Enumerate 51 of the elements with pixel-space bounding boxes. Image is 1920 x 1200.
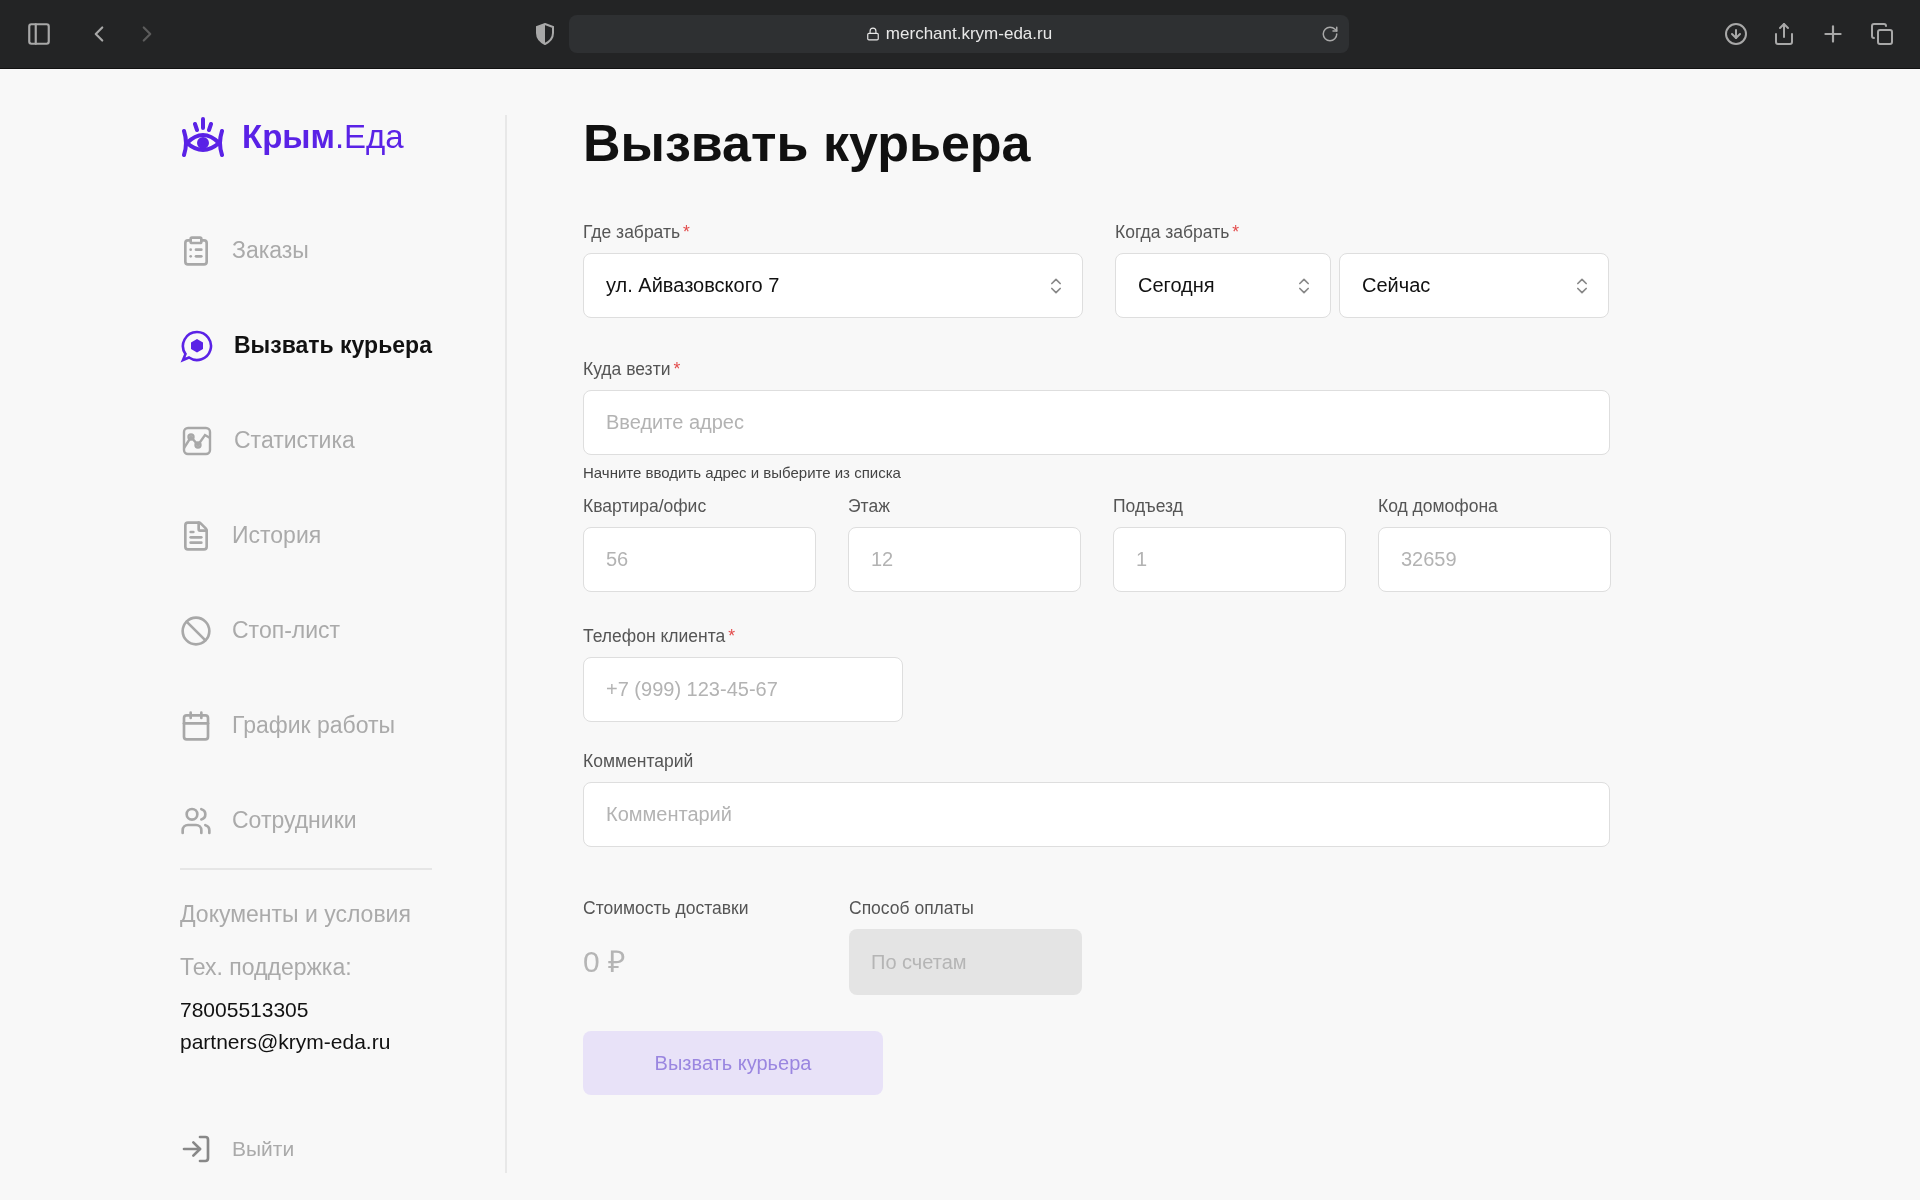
share-icon[interactable] bbox=[1772, 22, 1796, 46]
nav-item[interactable]: Статистика bbox=[180, 393, 470, 488]
page-title: Вызвать курьера bbox=[583, 115, 1032, 171]
download-icon[interactable] bbox=[1724, 22, 1748, 46]
text-input[interactable]: 56 bbox=[583, 527, 816, 592]
nav-item[interactable]: Заказы bbox=[180, 203, 470, 298]
delivery-cost: 0 ₽ bbox=[583, 944, 627, 980]
comment-input[interactable]: Комментарий bbox=[583, 782, 1610, 847]
chat-box-icon bbox=[180, 328, 214, 363]
select-field[interactable]: Сейчас bbox=[1339, 253, 1609, 318]
nav-item[interactable]: Вызвать курьера bbox=[180, 298, 470, 393]
field-label: Код домофона bbox=[1378, 495, 1499, 517]
field-label: Где забрать * bbox=[583, 221, 691, 243]
lock-icon bbox=[865, 27, 880, 41]
field-label: Куда везти * bbox=[583, 358, 682, 380]
nav-item[interactable]: График работы bbox=[180, 678, 470, 773]
url-text: merchant.krym-eda.ru bbox=[885, 24, 1053, 44]
support-email: partners@krym-eda.ru bbox=[180, 1029, 392, 1055]
support-label: Тех. поддержка: bbox=[180, 953, 353, 982]
nav-item[interactable]: История bbox=[180, 488, 470, 583]
field-label: Стоимость доставки bbox=[583, 897, 750, 919]
sidebar-toggle-icon[interactable] bbox=[26, 21, 52, 47]
eye-logo-icon bbox=[180, 115, 226, 159]
nav-item[interactable]: Сотрудники bbox=[180, 773, 470, 868]
field-label: Телефон клиента * bbox=[583, 625, 737, 647]
text-input[interactable]: 32659 bbox=[1378, 527, 1611, 592]
field-label: Способ оплаты bbox=[849, 897, 975, 919]
calendar-icon bbox=[180, 709, 212, 742]
text-input[interactable]: 12 bbox=[848, 527, 1081, 592]
field-label: Когда забрать * bbox=[1115, 221, 1241, 243]
logout-link[interactable]: Выйти bbox=[180, 1133, 505, 1165]
shield-icon[interactable] bbox=[535, 23, 555, 45]
support-phone: 78005513305 bbox=[180, 997, 310, 1023]
ban-icon bbox=[180, 614, 212, 647]
select-field[interactable]: Сегодня bbox=[1115, 253, 1331, 318]
logout-icon bbox=[180, 1133, 212, 1165]
documents-link[interactable]: Документы и условия bbox=[180, 888, 505, 941]
address-input[interactable]: Введите адрес bbox=[583, 390, 1610, 455]
tabs-icon[interactable] bbox=[1870, 22, 1894, 46]
field-label: Подъезд bbox=[1113, 495, 1184, 517]
phone-input[interactable]: +7 (999) 123-45-67 bbox=[583, 657, 903, 722]
address-bar[interactable]: merchant.krym-eda.ru bbox=[569, 15, 1349, 53]
logo-text: Крым.Еда bbox=[242, 118, 404, 156]
reload-icon[interactable] bbox=[1321, 25, 1339, 43]
field-label: Комментарий bbox=[583, 750, 695, 772]
text-input[interactable]: 1 bbox=[1113, 527, 1346, 592]
field-label: Квартира/офис bbox=[583, 495, 708, 517]
hint-text: Начните вводить адрес и выберите из списка bbox=[583, 464, 902, 481]
select-field[interactable]: ул. Айвазовского 7 bbox=[583, 253, 1083, 318]
nav-item[interactable]: Стоп-лист bbox=[180, 583, 470, 678]
field-label: Этаж bbox=[848, 495, 891, 517]
